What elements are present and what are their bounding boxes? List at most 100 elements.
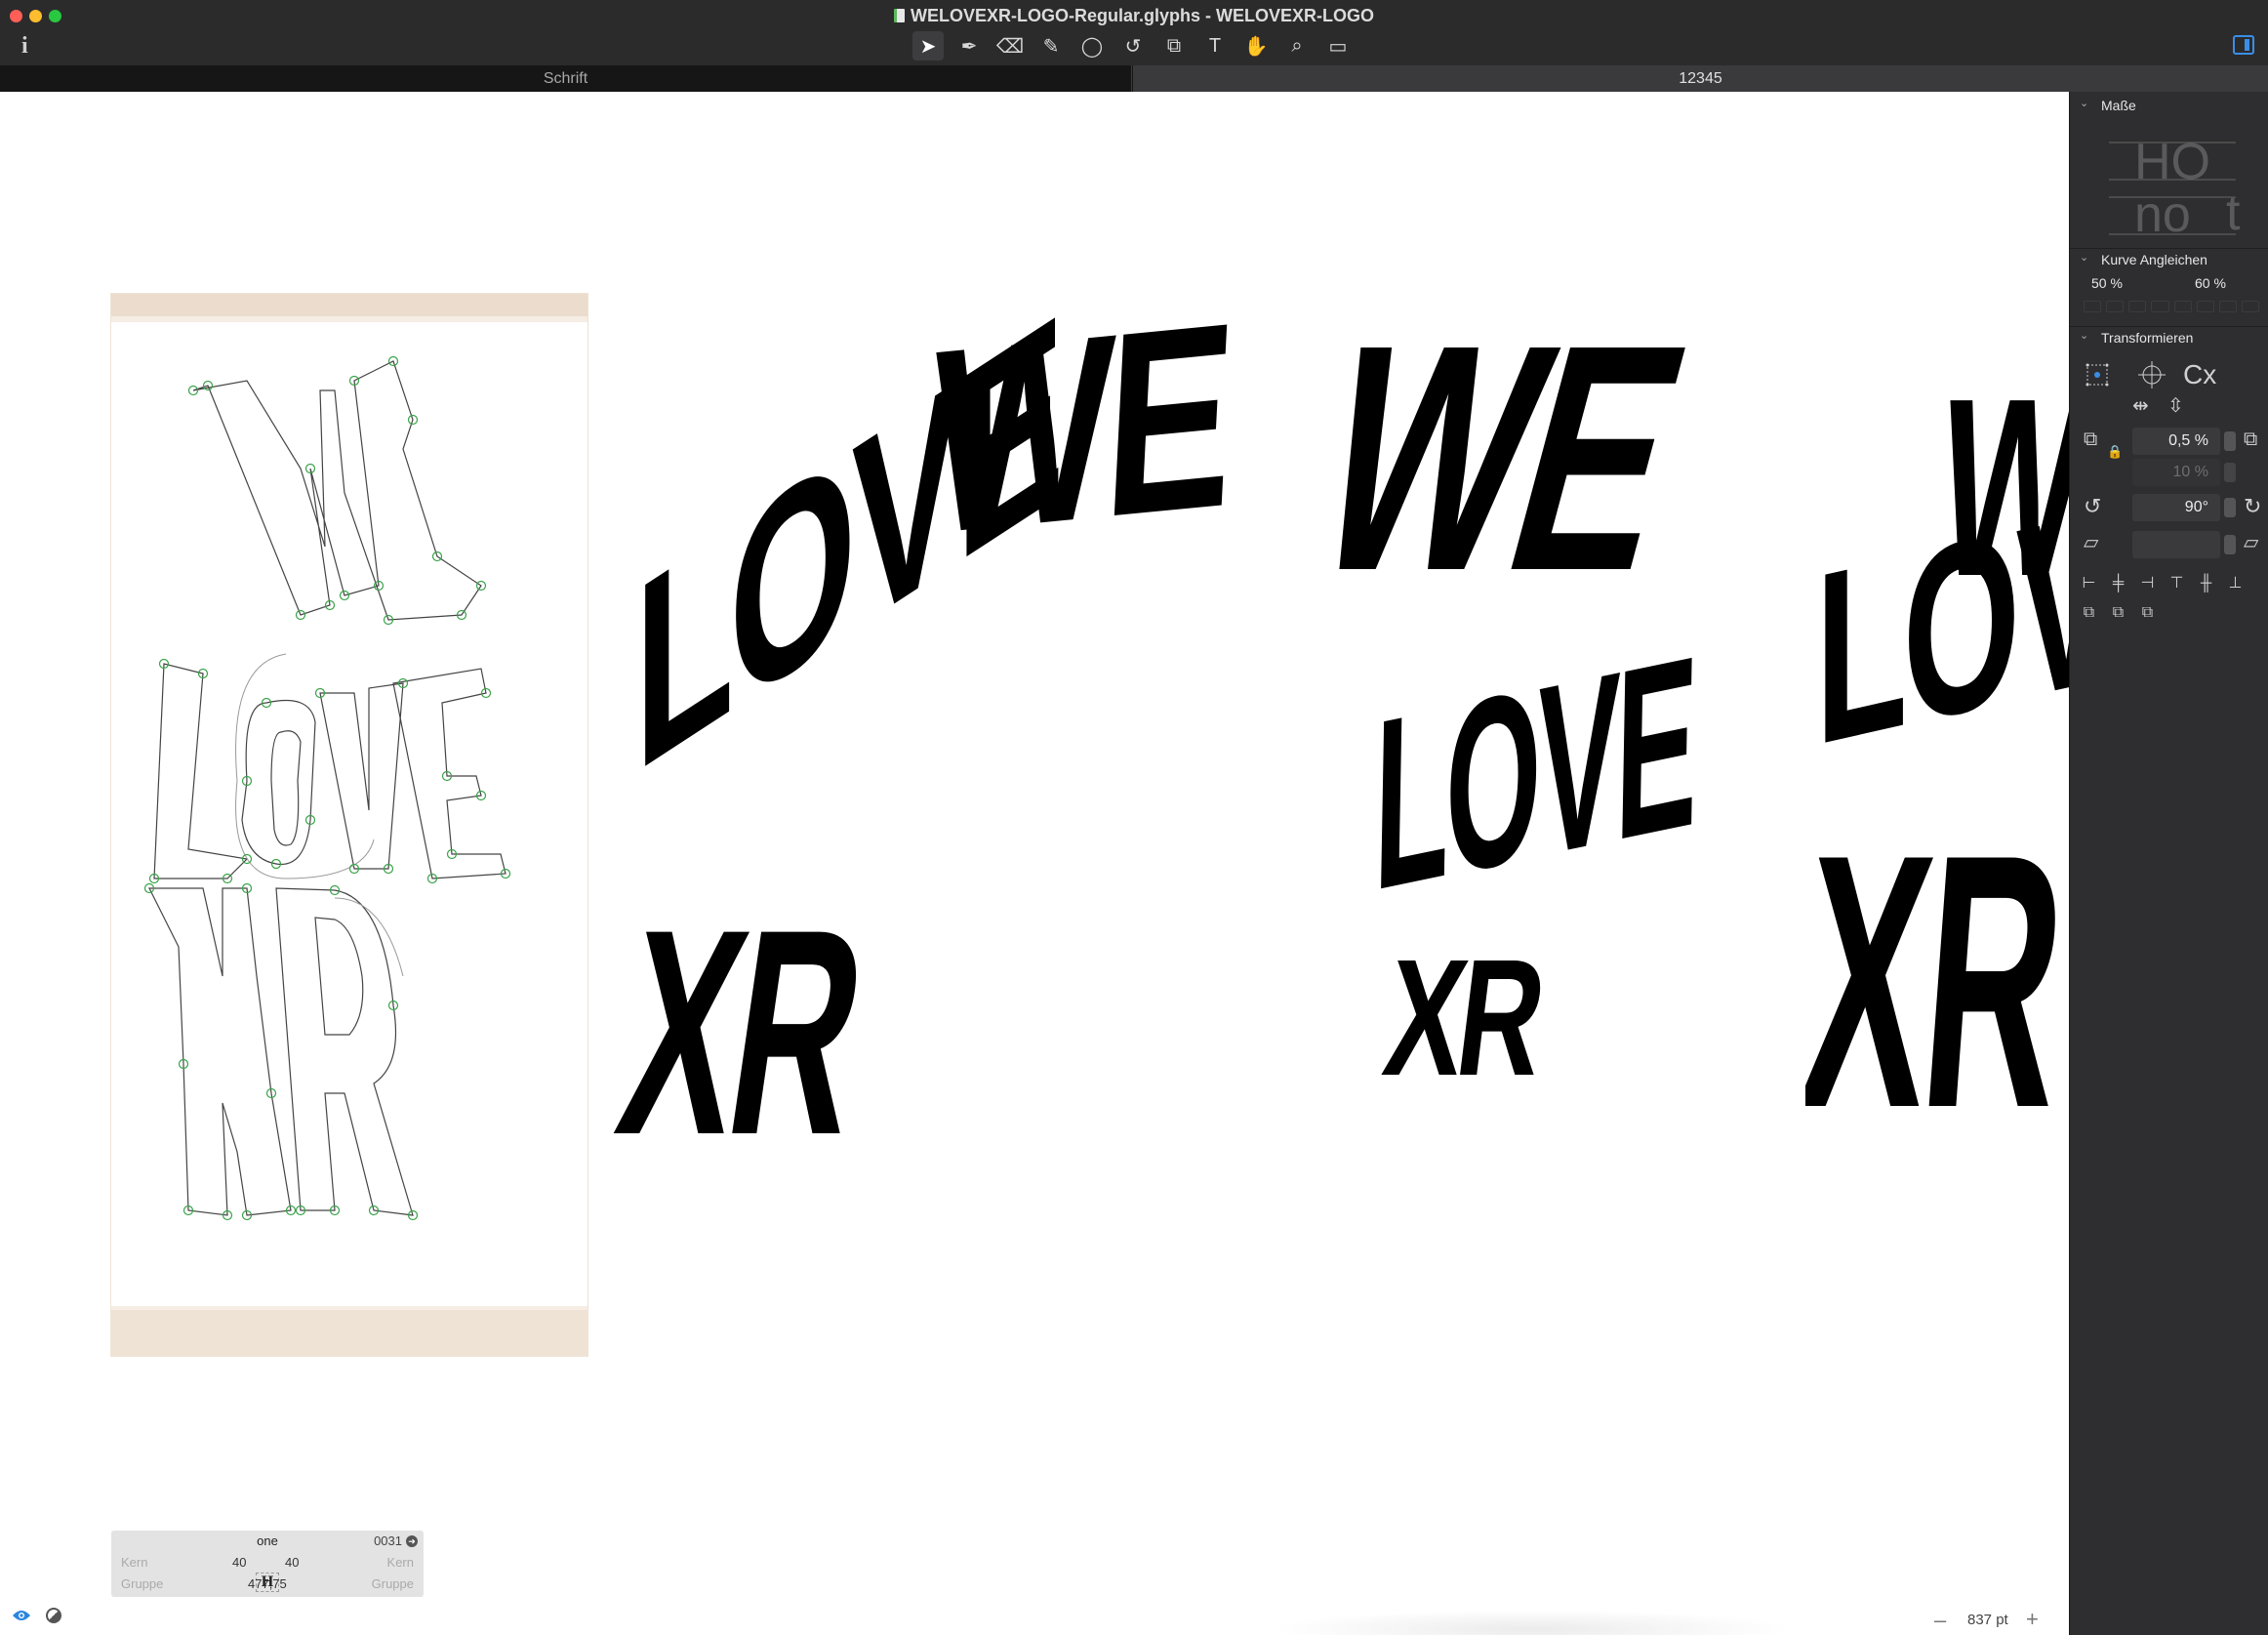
left-kern-label: Kern xyxy=(121,1555,148,1570)
sidebar-toggle-icon[interactable] xyxy=(2233,35,2254,55)
transform-section-title: Transformieren xyxy=(2101,330,2194,346)
slant-stepper[interactable] xyxy=(2224,535,2236,554)
left-sidebearing-value[interactable]: 40 xyxy=(232,1552,246,1574)
logo-preview-3-xr: XR xyxy=(1805,780,2069,1183)
section-divider xyxy=(2070,326,2268,327)
lock-icon[interactable]: 🔒 xyxy=(2107,445,2123,458)
union-icon[interactable]: ⧉ xyxy=(2080,603,2098,622)
logo-preview-2-we: WE xyxy=(1282,277,1712,637)
slant-left-icon[interactable]: ▱ xyxy=(2084,533,2098,552)
shape-tool-icon[interactable]: ◯ xyxy=(1076,31,1108,61)
logo-preview-2-love: LOVE xyxy=(1371,604,1696,942)
glyph-outline-paths[interactable] xyxy=(110,293,588,1357)
pencil-tool-icon[interactable]: ✎ xyxy=(1035,31,1067,61)
window-title: WELOVEXR-LOGO-Regular.glyphs - WELOVEXR-… xyxy=(0,6,2268,26)
palette-panel: ⌄ Maße HO no t ⌄ Kurve Angleichen 50 % 6… xyxy=(2069,92,2268,1635)
curve-value-2[interactable]: 60 % xyxy=(2195,275,2226,291)
chevron-down-icon: ⌄ xyxy=(2080,252,2089,264)
metrics-preview-lower: no xyxy=(2134,186,2191,243)
metrics-section-title: Maße xyxy=(2101,98,2136,113)
tab-12345[interactable]: 12345 xyxy=(1133,65,2268,92)
rotate-ccw-icon[interactable]: ↺ xyxy=(2084,496,2101,517)
align-buttons: ⊢ ╪ ⊣ ⊤ ╫ ⊥ xyxy=(2080,574,2245,593)
align-right-icon[interactable]: ⊣ xyxy=(2138,574,2157,593)
logo-preview-1-love: LOVE xyxy=(634,258,1060,830)
zoom-level[interactable]: 837 pt xyxy=(1967,1612,2008,1628)
scale-y-stepper[interactable] xyxy=(2224,463,2236,482)
logo-preview-2-xr: XR xyxy=(1375,925,1550,1111)
slant-right-icon[interactable]: ▱ xyxy=(2244,533,2258,552)
scale-y-field[interactable]: 10 % xyxy=(2132,459,2220,486)
pen-tool-icon[interactable]: ✒ xyxy=(953,31,985,61)
scale-down-icon[interactable]: ⧉ xyxy=(2084,429,2097,449)
metrics-preview-upper: HO xyxy=(2134,134,2210,190)
right-sidebearing-value[interactable]: 40 xyxy=(285,1552,299,1574)
canvas-bottom-shadow xyxy=(1269,1610,1796,1635)
tab-bar: Schrift 12345 xyxy=(0,65,2268,92)
slant-field[interactable] xyxy=(2132,531,2220,558)
boolean-buttons: ⧉ ⧉ ⧉ xyxy=(2080,603,2157,622)
logo-preview-3-love: LOVE xyxy=(1815,434,2069,797)
eraser-tool-icon[interactable]: ⌫ xyxy=(994,31,1026,61)
subtract-icon[interactable]: ⧉ xyxy=(2109,603,2127,622)
glyph-info-box: one 0031 ➜ Kern 40 H 40 Kern Gruppe 477,… xyxy=(111,1531,424,1597)
tab-schrift[interactable]: Schrift xyxy=(0,65,1132,92)
logo-preview-3[interactable]: WE LOVE XR xyxy=(1805,385,2069,1380)
chevron-down-icon: ⌄ xyxy=(2080,98,2089,109)
preview-mask-icon[interactable] xyxy=(46,1608,61,1623)
transform-section-header[interactable]: ⌄ Transformieren xyxy=(2070,328,2268,347)
window-title-text: WELOVEXR-LOGO-Regular.glyphs - WELOVEXR-… xyxy=(910,6,1375,25)
rotate-stepper[interactable] xyxy=(2224,498,2236,517)
document-icon xyxy=(893,9,905,22)
metrics-preview-t: t xyxy=(2226,184,2241,241)
curve-section-header[interactable]: ⌄ Kurve Angleichen xyxy=(2070,250,2268,269)
left-group-label: Gruppe xyxy=(121,1576,164,1591)
tool-bar: ➤ ✒ ⌫ ✎ ◯ ↺ ⧉ T ✋ ⌕ ▭ xyxy=(912,31,1354,61)
glyph-link-arrow-icon[interactable]: ➜ xyxy=(406,1535,418,1547)
bounding-box-origin-icon[interactable] xyxy=(2084,361,2111,388)
info-button[interactable]: i xyxy=(21,33,28,60)
glyph-unicode[interactable]: 0031 xyxy=(374,1531,402,1552)
eye-icon[interactable] xyxy=(12,1609,31,1622)
mirror-horizontal-icon[interactable]: ⇹ xyxy=(2132,396,2149,416)
logo-preview-1[interactable]: WE LOVE XR xyxy=(603,259,1249,1361)
scale-up-icon[interactable]: ⧉ xyxy=(2244,429,2257,449)
rotate-cw-icon[interactable]: ↻ xyxy=(2244,496,2261,517)
scale-x-field[interactable]: 0,5 % xyxy=(2132,428,2220,455)
crosshair-origin-icon[interactable] xyxy=(2138,361,2166,388)
zoom-tool-icon[interactable]: ⌕ xyxy=(1281,31,1313,61)
text-tool-icon[interactable]: T xyxy=(1199,31,1231,61)
scale-tool-icon[interactable]: ⧉ xyxy=(1158,31,1190,61)
edit-canvas[interactable]: WE LOVE XR WE LOVE XR WE LOVE XR one 003… xyxy=(0,92,2069,1635)
rotate-field[interactable]: 90° xyxy=(2132,494,2220,521)
right-kern-label: Kern xyxy=(386,1555,414,1570)
select-tool-icon[interactable]: ➤ xyxy=(912,31,944,61)
title-bar: WELOVEXR-LOGO-Regular.glyphs - WELOVEXR-… xyxy=(0,0,2268,65)
align-bottom-icon[interactable]: ⊥ xyxy=(2226,574,2245,593)
zoom-out-button[interactable]: – xyxy=(1934,1608,1946,1633)
chevron-down-icon: ⌄ xyxy=(2080,330,2089,342)
align-top-icon[interactable]: ⊤ xyxy=(2167,574,2186,593)
rotate-tool-icon[interactable]: ↺ xyxy=(1117,31,1149,61)
section-divider xyxy=(2070,248,2268,249)
align-left-icon[interactable]: ⊢ xyxy=(2080,574,2098,593)
intersect-icon[interactable]: ⧉ xyxy=(2138,603,2157,622)
logo-preview-2[interactable]: WE LOVE XR xyxy=(1283,277,1776,1380)
glyph-width-value[interactable]: 477,75 xyxy=(248,1574,287,1595)
curve-value-1[interactable]: 50 % xyxy=(2091,275,2123,291)
mirror-vertical-icon[interactable]: ⇳ xyxy=(2167,396,2184,416)
right-group-label: Gruppe xyxy=(371,1576,414,1591)
zoom-in-button[interactable]: + xyxy=(2026,1607,2039,1632)
align-center-v-icon[interactable]: ╫ xyxy=(2197,574,2215,593)
logo-preview-1-xr: XR xyxy=(602,868,877,1196)
metrics-section-header[interactable]: ⌄ Maße xyxy=(2070,96,2268,115)
curve-presets[interactable] xyxy=(2084,301,2259,314)
outline-nodes xyxy=(143,355,511,1221)
scale-x-stepper[interactable] xyxy=(2224,431,2236,451)
hand-tool-icon[interactable]: ✋ xyxy=(1240,31,1272,61)
origin-cx-icon[interactable]: Cx xyxy=(2183,361,2216,388)
align-center-h-icon[interactable]: ╪ xyxy=(2109,574,2127,593)
curve-section-title: Kurve Angleichen xyxy=(2101,252,2207,267)
measure-tool-icon[interactable]: ▭ xyxy=(1322,31,1354,61)
active-glyph-layer[interactable] xyxy=(110,293,588,1357)
